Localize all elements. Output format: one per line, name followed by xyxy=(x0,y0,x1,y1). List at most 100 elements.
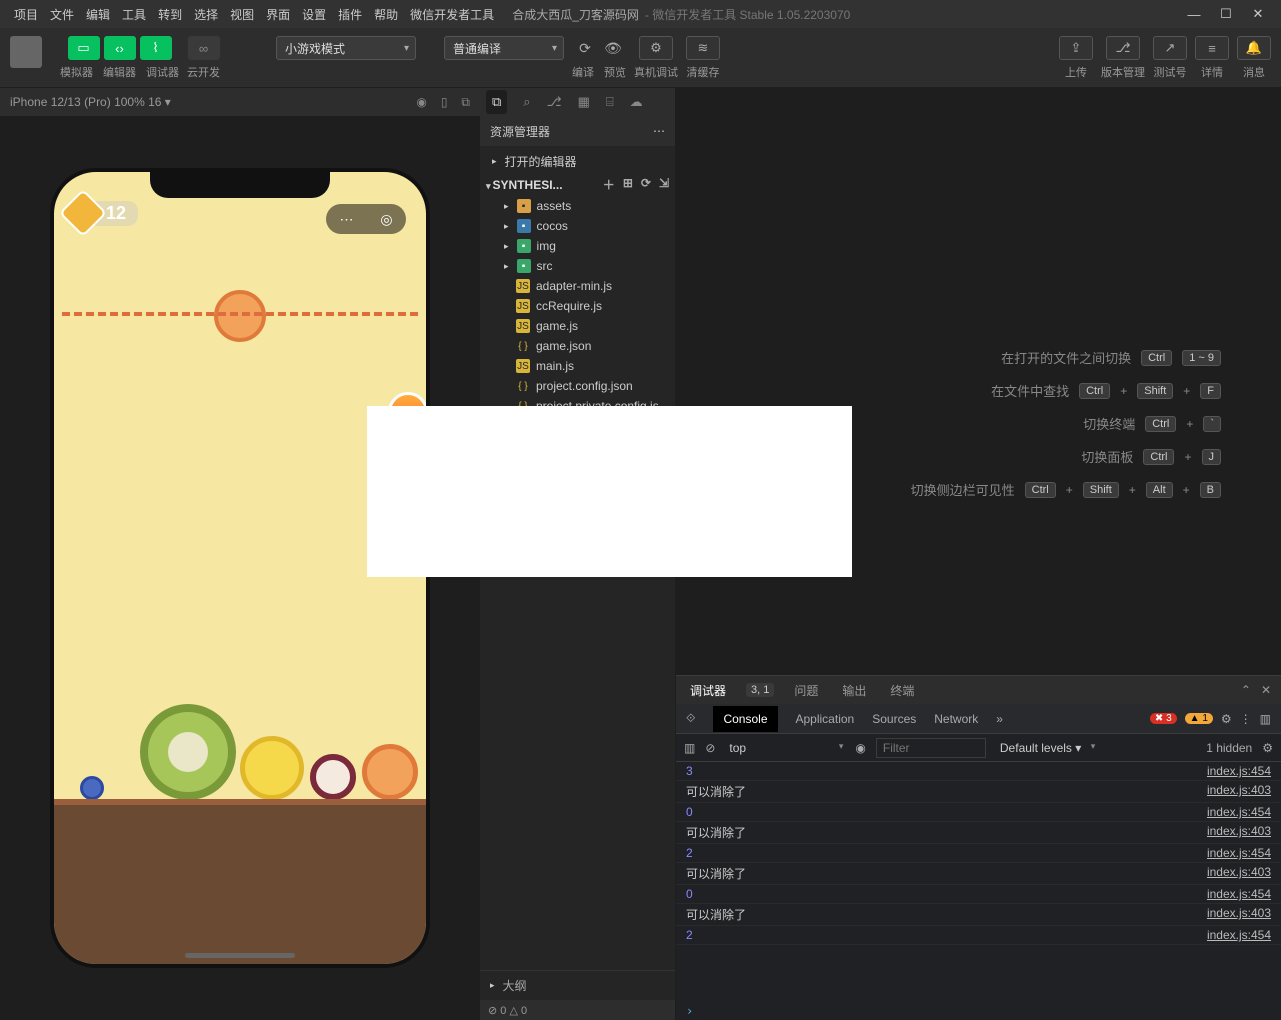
console-log[interactable]: 可以消除了index.js:403 xyxy=(676,822,1281,844)
limit-line xyxy=(62,312,418,316)
more-tabs-icon[interactable]: » xyxy=(996,712,1003,726)
compile-dropdown[interactable]: 普通编译 xyxy=(444,36,564,60)
menu-file[interactable]: 文件 xyxy=(44,2,80,27)
more-icon[interactable]: ⋯ xyxy=(339,211,353,228)
gear2-icon[interactable]: ⚙ xyxy=(1262,741,1273,755)
console-prompt[interactable]: › xyxy=(676,1002,1281,1020)
subtab-network[interactable]: Network xyxy=(934,712,978,726)
file-main.js[interactable]: JSmain.js xyxy=(480,356,675,376)
refresh-icon[interactable]: ⟳ xyxy=(641,176,651,193)
message-icon[interactable]: 🔔 xyxy=(1237,36,1271,60)
menu-edit[interactable]: 编辑 xyxy=(80,2,116,27)
kebab-icon[interactable]: ⋮ xyxy=(1240,712,1252,726)
dock-icon[interactable]: ▥ xyxy=(1260,712,1271,726)
gear-icon[interactable]: ⚙ xyxy=(1221,712,1232,726)
subtab-console[interactable]: Console xyxy=(713,706,777,732)
menu-ui[interactable]: 界面 xyxy=(260,2,296,27)
close-panel-icon[interactable]: ✕ xyxy=(1261,683,1271,697)
tab-debugger[interactable]: 调试器 xyxy=(686,678,730,703)
file-game.json[interactable]: { }game.json xyxy=(480,336,675,356)
editor-button[interactable]: ‹› xyxy=(104,36,136,60)
menu-view[interactable]: 视图 xyxy=(224,2,260,27)
console-log[interactable]: 可以消除了index.js:403 xyxy=(676,904,1281,926)
file-project.config.json[interactable]: { }project.config.json xyxy=(480,376,675,396)
console-log[interactable]: 0index.js:454 xyxy=(676,803,1281,822)
db-tab-icon[interactable]: ⌸ xyxy=(606,94,614,110)
tab-output[interactable]: 输出 xyxy=(838,678,870,703)
console-log[interactable]: 可以消除了index.js:403 xyxy=(676,863,1281,885)
record-icon[interactable]: ◉ xyxy=(416,95,426,110)
preview-icon[interactable]: 👁 xyxy=(601,36,625,60)
console-log[interactable]: 2index.js:454 xyxy=(676,844,1281,863)
explorer-tab-icon[interactable]: ⧉ xyxy=(486,90,507,114)
menu-help[interactable]: 帮助 xyxy=(368,2,404,27)
more-tab-icon[interactable]: ☁ xyxy=(630,94,643,110)
menu-wechat[interactable]: 微信开发者工具 xyxy=(404,2,500,27)
mode-dropdown[interactable]: 小游戏模式 xyxy=(276,36,416,60)
tab-problems[interactable]: 问题 xyxy=(790,678,822,703)
popout-icon[interactable]: ⧉ xyxy=(461,95,470,110)
simulator-button[interactable]: ▭ xyxy=(68,36,100,60)
file-ccRequire.js[interactable]: JSccRequire.js xyxy=(480,296,675,316)
subtab-application[interactable]: Application xyxy=(796,712,855,726)
file-game.js[interactable]: JSgame.js xyxy=(480,316,675,336)
console-output[interactable]: 3index.js:454可以消除了index.js:4030index.js:… xyxy=(676,762,1281,1002)
capsule-menu[interactable]: ⋯◎ xyxy=(326,204,406,234)
cloud-button[interactable]: ∞ xyxy=(188,36,220,60)
maximize-icon[interactable]: ☐ xyxy=(1219,7,1233,21)
sidebar-toggle-icon[interactable]: ▥ xyxy=(684,741,695,755)
menu-plugins[interactable]: 插件 xyxy=(332,2,368,27)
explorer-more-icon[interactable]: ⋯ xyxy=(653,124,665,138)
file-adapter-min.js[interactable]: JSadapter-min.js xyxy=(480,276,675,296)
clear-console-icon[interactable]: ⊘ xyxy=(705,741,715,755)
menu-goto[interactable]: 转到 xyxy=(152,2,188,27)
collapse-icon[interactable]: ⇲ xyxy=(659,176,669,193)
new-file-icon[interactable]: ＋ xyxy=(603,176,615,193)
detail-icon[interactable]: ≡ xyxy=(1195,36,1229,60)
inspect-icon[interactable]: ⟐ xyxy=(686,711,695,726)
clear-cache-icon[interactable]: ≋ xyxy=(686,36,720,60)
eye-icon[interactable]: ◉ xyxy=(855,741,865,755)
ext-tab-icon[interactable]: ▦ xyxy=(578,94,590,110)
close-icon[interactable]: ✕ xyxy=(1251,7,1265,21)
levels-selector[interactable]: Default levels ▾ xyxy=(996,739,1097,757)
open-editors-section[interactable]: 打开的编辑器 xyxy=(480,150,675,173)
folder-assets[interactable]: ▪assets xyxy=(480,196,675,216)
folder-src[interactable]: ▪src xyxy=(480,256,675,276)
error-count[interactable]: ✖ 3 xyxy=(1150,713,1177,724)
hidden-count[interactable]: 1 hidden xyxy=(1206,741,1252,755)
folder-img[interactable]: ▪img xyxy=(480,236,675,256)
console-log[interactable]: 0index.js:454 xyxy=(676,885,1281,904)
console-log[interactable]: 可以消除了index.js:403 xyxy=(676,781,1281,803)
chevron-up-icon[interactable]: ⌃ xyxy=(1241,683,1251,697)
device-selector[interactable]: iPhone 12/13 (Pro) 100% 16 ▾ xyxy=(10,95,171,109)
device-icon[interactable]: ▯ xyxy=(441,95,448,110)
warning-count[interactable]: ▲ 1 xyxy=(1185,713,1213,724)
menu-select[interactable]: 选择 xyxy=(188,2,224,27)
console-log[interactable]: 2index.js:454 xyxy=(676,926,1281,945)
target-icon[interactable]: ◎ xyxy=(380,211,392,228)
git-tab-icon[interactable]: ⎇ xyxy=(547,94,562,110)
compile-icon[interactable]: ⟳ xyxy=(573,36,597,60)
filter-input[interactable] xyxy=(876,738,986,758)
context-selector[interactable]: top xyxy=(725,739,845,757)
console-log[interactable]: 3index.js:454 xyxy=(676,762,1281,781)
avatar[interactable] xyxy=(10,36,42,68)
test-icon[interactable]: ↗ xyxy=(1153,36,1187,60)
outline-section[interactable]: 大纲 xyxy=(480,970,675,1000)
remote-debug-icon[interactable]: ⚙ xyxy=(639,36,673,60)
search-tab-icon[interactable]: ⌕ xyxy=(523,94,530,110)
menu-tools[interactable]: 工具 xyxy=(116,2,152,27)
lbl-test: 测试号 xyxy=(1154,64,1187,80)
upload-icon[interactable]: ⇪ xyxy=(1059,36,1093,60)
debugger-button[interactable]: ⌇ xyxy=(140,36,172,60)
new-folder-icon[interactable]: ⊞ xyxy=(623,176,633,193)
tab-terminal[interactable]: 终端 xyxy=(886,678,918,703)
project-root[interactable]: SYNTHESI... ＋⊞⟳⇲ xyxy=(480,173,675,196)
menu-project[interactable]: 项目 xyxy=(8,2,44,27)
minimize-icon[interactable]: — xyxy=(1187,7,1201,21)
folder-cocos[interactable]: ▪cocos xyxy=(480,216,675,236)
subtab-sources[interactable]: Sources xyxy=(872,712,916,726)
version-icon[interactable]: ⎇ xyxy=(1106,36,1140,60)
menu-settings[interactable]: 设置 xyxy=(296,2,332,27)
